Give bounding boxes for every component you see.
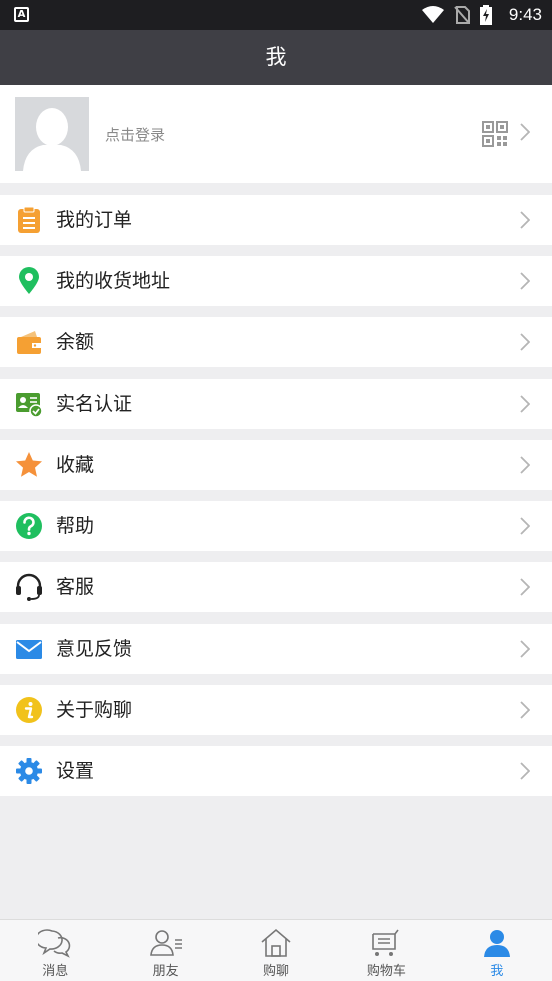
chevron-right-icon: [520, 456, 530, 474]
home-icon: [261, 928, 291, 957]
chevron-right-icon: [520, 123, 530, 141]
chevron-right-icon: [520, 211, 530, 229]
chevron-right-icon: [520, 395, 530, 413]
menu-label: 关于购聊: [56, 699, 133, 721]
menu-item-feedback[interactable]: 意见反馈: [0, 624, 552, 674]
status-bar: A 9:43: [0, 0, 552, 30]
chevron-right-icon: [520, 333, 530, 351]
menu-label: 意见反馈: [56, 638, 133, 660]
no-sim-icon: [454, 6, 470, 24]
login-prompt[interactable]: 点击登录: [105, 124, 165, 145]
id-card-verified-icon: [16, 393, 43, 418]
chevron-right-icon: [520, 517, 530, 535]
help-question-icon: [16, 513, 42, 539]
chevron-right-icon: [520, 578, 530, 596]
menu-label: 设置: [56, 760, 95, 782]
avatar[interactable]: [15, 97, 89, 171]
chat-bubbles-icon: [38, 929, 71, 958]
tab-label: 购聊: [263, 964, 290, 979]
menu-item-real-name-verify[interactable]: 实名认证: [0, 379, 552, 429]
star-icon: [16, 452, 42, 477]
default-avatar-icon: [23, 108, 81, 171]
cart-icon: [372, 929, 400, 956]
tab-label: 消息: [42, 964, 69, 979]
menu-item-about[interactable]: 关于购聊: [0, 685, 552, 735]
info-icon: [16, 697, 42, 723]
chevron-right-icon: [520, 272, 530, 290]
battery-charging-icon: [480, 5, 492, 25]
menu-item-settings[interactable]: 设置: [0, 746, 552, 796]
menu-label: 我的订单: [56, 209, 133, 231]
tab-friends[interactable]: 朋友: [110, 920, 220, 981]
menu-item-favorites[interactable]: 收藏: [0, 440, 552, 490]
menu-label: 我的收货地址: [56, 270, 171, 292]
tab-label: 朋友: [152, 964, 179, 979]
menu-item-customer-service[interactable]: 客服: [0, 562, 552, 612]
menu-item-orders[interactable]: 我的订单: [0, 195, 552, 245]
chevron-right-icon: [520, 640, 530, 658]
person-icon: [483, 930, 510, 957]
tab-label: 我: [490, 964, 504, 979]
tab-label: 购物车: [366, 964, 406, 979]
clock: 9:43: [508, 5, 542, 24]
envelope-icon: [16, 640, 42, 659]
tab-cart[interactable]: 购物车: [331, 920, 441, 981]
menu-label: 余额: [56, 331, 95, 353]
wifi-icon: [422, 6, 444, 23]
menu-label: 实名认证: [56, 393, 133, 415]
status-icons: [422, 5, 492, 25]
menu-label: 收藏: [56, 454, 95, 476]
gear-icon: [16, 758, 42, 784]
tab-messages[interactable]: 消息: [0, 920, 110, 981]
tab-home[interactable]: 购聊: [221, 920, 331, 981]
order-list-icon: [18, 206, 40, 233]
headset-icon: [16, 573, 42, 601]
menu-item-balance[interactable]: 余额: [0, 317, 552, 367]
menu-label: 客服: [56, 576, 95, 598]
bottom-nav: 消息 朋友 购聊 购物车 我: [0, 919, 552, 981]
friends-icon: [149, 930, 182, 956]
wallet-icon: [17, 331, 41, 354]
chevron-right-icon: [520, 701, 530, 719]
page-title: 我: [0, 30, 552, 85]
qr-code-icon[interactable]: [482, 121, 508, 147]
menu-label: 帮助: [56, 515, 95, 537]
menu-item-help[interactable]: 帮助: [0, 501, 552, 551]
location-pin-icon: [19, 267, 39, 294]
profile-login-row[interactable]: 点击登录: [0, 85, 552, 183]
app-notification-badge: A: [14, 7, 29, 22]
menu-item-address[interactable]: 我的收货地址: [0, 256, 552, 306]
tab-me[interactable]: 我: [442, 920, 552, 981]
chevron-right-icon: [520, 762, 530, 780]
